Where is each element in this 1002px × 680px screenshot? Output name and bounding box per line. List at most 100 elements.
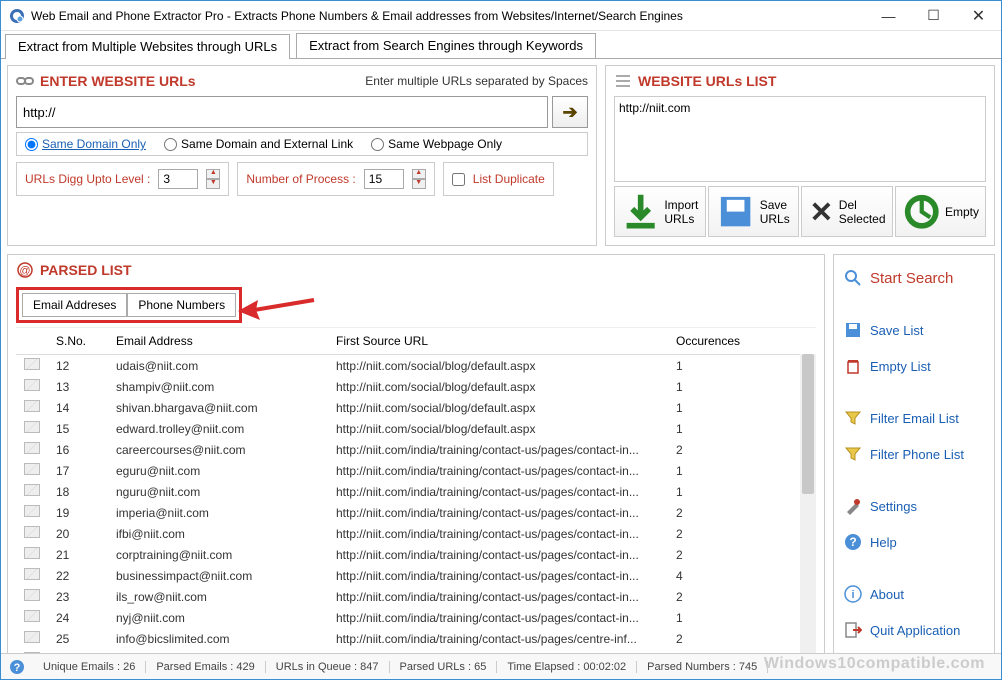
table-row[interactable]: 14shivan.bhargava@niit.comhttp://niit.co… [16, 397, 816, 418]
cell-email: corptraining@niit.com [108, 544, 328, 565]
parsed-list-title: PARSED LIST [40, 262, 132, 278]
quit-button[interactable]: Quit Application [840, 615, 988, 645]
svg-text:?: ? [849, 535, 856, 549]
col-source[interactable]: First Source URL [328, 328, 668, 355]
cell-occurrences: 1 [668, 376, 816, 397]
table-row[interactable]: 23ils_row@niit.comhttp://niit.com/india/… [16, 586, 816, 607]
col-email[interactable]: Email Address [108, 328, 328, 355]
process-count-label: Number of Process : [246, 172, 355, 186]
tab-extract-urls[interactable]: Extract from Multiple Websites through U… [5, 34, 290, 59]
radio-same-domain[interactable]: Same Domain Only [25, 137, 146, 151]
cell-occurrences: 2 [668, 439, 816, 460]
cell-occurrences: 2 [668, 544, 816, 565]
cell-occurrences: 1 [668, 460, 816, 481]
envelope-icon [24, 379, 40, 391]
urls-listbox[interactable]: http://niit.com [614, 96, 986, 182]
cell-email: shivan.bhargava@niit.com [108, 397, 328, 418]
start-search-button[interactable]: Start Search [840, 263, 988, 293]
tab-email-addresses[interactable]: Email Addreses [22, 293, 127, 317]
cell-email: nguru@niit.com [108, 481, 328, 502]
table-row[interactable]: 20ifbi@niit.comhttp://niit.com/india/tra… [16, 523, 816, 544]
table-row[interactable]: 13shampiv@niit.comhttp://niit.com/social… [16, 376, 816, 397]
url-list-item[interactable]: http://niit.com [619, 101, 981, 115]
envelope-icon [24, 358, 40, 370]
cell-sno: 22 [48, 565, 108, 586]
col-sno[interactable]: S.No. [48, 328, 108, 355]
save-icon [715, 191, 756, 232]
scrollbar-thumb[interactable] [802, 354, 814, 494]
table-row[interactable]: 21corptraining@niit.comhttp://niit.com/i… [16, 544, 816, 565]
empty-list-button[interactable]: Empty List [840, 351, 988, 381]
cell-source: http://niit.com/india/training/contact-u… [328, 460, 668, 481]
list-duplicate-checkbox[interactable] [452, 173, 465, 186]
cell-sno: 20 [48, 523, 108, 544]
digg-level-input[interactable] [158, 169, 198, 189]
cell-sno: 17 [48, 460, 108, 481]
about-button[interactable]: iAbout [840, 579, 988, 609]
enter-urls-title: ENTER WEBSITE URLs [40, 73, 196, 89]
empty-icon [902, 192, 941, 231]
table-row[interactable]: 24nyj@niit.comhttp://niit.com/india/trai… [16, 607, 816, 628]
results-table-wrap: S.No. Email Address First Source URL Occ… [16, 327, 816, 665]
tab-phone-numbers[interactable]: Phone Numbers [127, 293, 236, 317]
tab-extract-keywords[interactable]: Extract from Search Engines through Keyw… [296, 33, 596, 58]
cell-occurrences: 1 [668, 418, 816, 439]
cell-source: http://niit.com/social/blog/default.aspx [328, 397, 668, 418]
col-occurrences[interactable]: Occurences [668, 328, 816, 355]
urls-list-panel: WEBSITE URLs LIST http://niit.com Import… [605, 65, 995, 246]
cell-source: http://niit.com/india/training/contact-u… [328, 481, 668, 502]
digg-level-spinner[interactable]: ▲▼ [206, 169, 220, 189]
radio-domain-external[interactable]: Same Domain and External Link [164, 137, 353, 151]
cell-email: shampiv@niit.com [108, 376, 328, 397]
del-selected-button[interactable]: Del Selected [801, 186, 893, 237]
url-input[interactable] [16, 96, 548, 128]
cell-sno: 18 [48, 481, 108, 502]
filter-email-button[interactable]: Filter Email List [840, 403, 988, 433]
radio-same-webpage[interactable]: Same Webpage Only [371, 137, 502, 151]
import-urls-button[interactable]: Import URLs [614, 186, 706, 237]
window-controls: — ☐ ✕ [866, 1, 1001, 30]
settings-button[interactable]: Settings [840, 491, 988, 521]
arrow-right-icon: ➔ [562, 102, 577, 123]
process-count-input[interactable] [364, 169, 404, 189]
enter-urls-panel: ENTER WEBSITE URLs Enter multiple URLs s… [7, 65, 597, 246]
minimize-button[interactable]: — [866, 1, 911, 30]
status-time-elapsed: Time Elapsed : 00:02:02 [497, 661, 637, 673]
cell-occurrences: 4 [668, 565, 816, 586]
close-button[interactable]: ✕ [956, 1, 1001, 30]
table-row[interactable]: 17eguru@niit.comhttp://niit.com/india/tr… [16, 460, 816, 481]
table-row[interactable]: 12udais@niit.comhttp://niit.com/social/b… [16, 355, 816, 377]
table-row[interactable]: 16careercourses@niit.comhttp://niit.com/… [16, 439, 816, 460]
envelope-icon [24, 526, 40, 538]
cell-email: ifbi@niit.com [108, 523, 328, 544]
filter-phone-button[interactable]: Filter Phone List [840, 439, 988, 469]
status-parsed-numbers: Parsed Numbers : 745 [637, 661, 768, 673]
process-count-spinner[interactable]: ▲▼ [412, 169, 426, 189]
search-icon [844, 269, 862, 287]
cell-sno: 14 [48, 397, 108, 418]
svg-text:@: @ [19, 265, 30, 277]
help-status-icon[interactable]: ? [9, 659, 25, 675]
table-row[interactable]: 22businessimpact@niit.comhttp://niit.com… [16, 565, 816, 586]
maximize-button[interactable]: ☐ [911, 1, 956, 30]
go-button[interactable]: ➔ [552, 96, 588, 128]
envelope-icon [24, 610, 40, 622]
table-row[interactable]: 19imperia@niit.comhttp://niit.com/india/… [16, 502, 816, 523]
parsed-tabs-highlight: Email Addreses Phone Numbers [16, 287, 242, 323]
save-urls-button[interactable]: Save URLs [708, 186, 800, 237]
cell-email: nyj@niit.com [108, 607, 328, 628]
save-list-button[interactable]: Save List [840, 315, 988, 345]
window-title: Web Email and Phone Extractor Pro - Extr… [31, 9, 866, 23]
table-row[interactable]: 18nguru@niit.comhttp://niit.com/india/tr… [16, 481, 816, 502]
parsed-list-panel: @ PARSED LIST Email Addreses Phone Numbe… [7, 254, 825, 674]
main-tab-strip: Extract from Multiple Websites through U… [1, 33, 1001, 59]
scrollbar[interactable] [800, 354, 816, 665]
digg-level-box: URLs Digg Upto Level : ▲▼ [16, 162, 229, 196]
empty-button[interactable]: Empty [895, 186, 987, 237]
cell-sno: 24 [48, 607, 108, 628]
table-row[interactable]: 15edward.trolley@niit.comhttp://niit.com… [16, 418, 816, 439]
cell-email: imperia@niit.com [108, 502, 328, 523]
enter-urls-subtitle: Enter multiple URLs separated by Spaces [365, 74, 588, 88]
help-button[interactable]: ?Help [840, 527, 988, 557]
table-row[interactable]: 25info@bicslimited.comhttp://niit.com/in… [16, 628, 816, 649]
